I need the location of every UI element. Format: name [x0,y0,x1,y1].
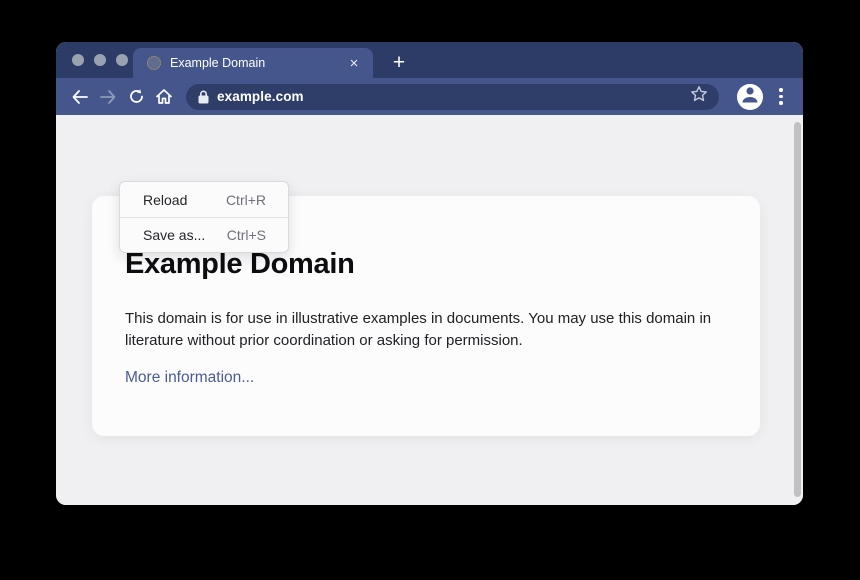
title-bar: Example Domain × + [56,42,803,78]
browser-toolbar: example.com [56,78,803,115]
url-text[interactable]: example.com [217,89,687,104]
menu-item-label: Reload [143,192,187,208]
forward-button[interactable] [94,83,122,111]
scrollbar-track[interactable] [791,115,803,505]
menu-item-shortcut: Ctrl+R [226,192,266,208]
context-menu-item-reload[interactable]: Reload Ctrl+R [120,182,288,217]
reload-button[interactable] [122,83,150,111]
tab-title: Example Domain [170,56,345,70]
back-arrow-icon [71,89,89,105]
scrollbar-thumb[interactable] [794,122,801,497]
tab-favicon-icon [147,56,161,70]
zoom-window-button[interactable] [116,54,128,66]
minimize-window-button[interactable] [94,54,106,66]
kebab-menu-icon [779,88,783,92]
home-button[interactable] [150,83,178,111]
bookmark-button[interactable] [687,85,711,109]
star-icon [690,85,708,108]
page-paragraph: This domain is for use in illustrative e… [125,308,715,352]
window-controls [72,54,128,66]
back-button[interactable] [66,83,94,111]
close-window-button[interactable] [72,54,84,66]
menu-item-label: Save as... [143,227,205,243]
page-viewport: Example Domain This domain is for use in… [56,115,803,505]
new-tab-button[interactable]: + [386,50,412,76]
tab-close-icon[interactable]: × [345,54,363,72]
address-bar[interactable]: example.com [186,84,719,110]
context-menu-item-save-as[interactable]: Save as... Ctrl+S [120,217,288,252]
profile-avatar-button[interactable] [737,84,763,110]
home-icon [155,88,173,105]
forward-arrow-icon [99,89,117,105]
menu-item-shortcut: Ctrl+S [227,227,266,243]
more-information-link[interactable]: More information... [125,369,254,387]
browser-menu-button[interactable] [771,84,791,110]
context-menu: Reload Ctrl+R Save as... Ctrl+S [119,181,289,253]
reload-icon [128,88,145,105]
lock-icon [198,90,209,104]
person-icon [737,84,763,110]
browser-tab[interactable]: Example Domain × [133,48,373,78]
browser-window: Example Domain × + [56,42,803,505]
